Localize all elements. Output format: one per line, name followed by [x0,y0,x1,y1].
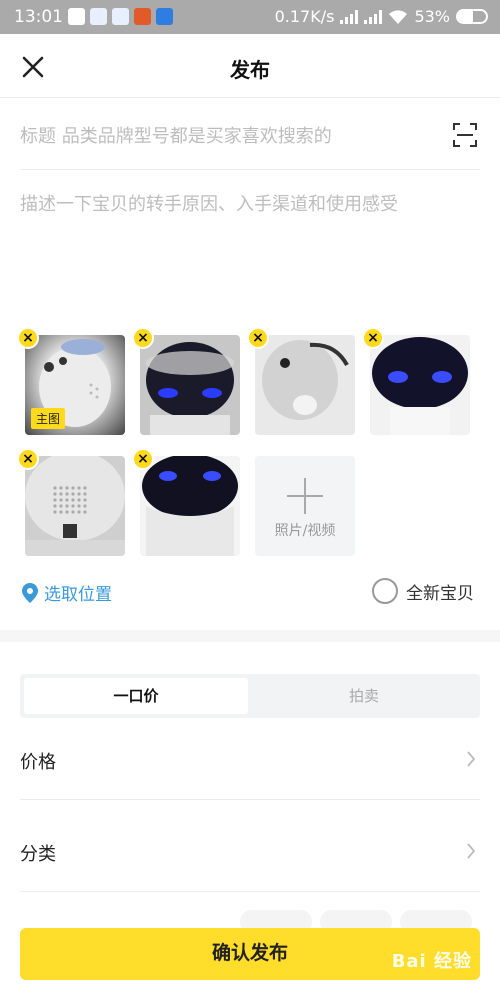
location-label: 选取位置 [44,585,112,605]
price-row[interactable]: 价格 [20,720,480,800]
tab-auction[interactable]: 拍卖 [252,678,476,714]
chevron-right-icon [467,843,476,859]
location-pin-icon [22,582,38,603]
app-notification-icon [90,8,107,25]
app-notification-icon [68,8,85,25]
speaker-dot [65,486,69,490]
photo-thumbnail[interactable]: × [362,327,470,435]
robot-photo [25,456,125,556]
add-media-button[interactable]: 照片/视频 [255,456,355,556]
speaker-dot [71,492,75,496]
delete-photo-button[interactable]: × [132,327,154,349]
radio-icon[interactable] [372,578,398,604]
speaker-dot [53,486,57,490]
speaker-dot [77,498,81,502]
signal-icon [364,9,383,24]
speaker-dot [83,504,87,508]
speaker-dot [53,510,57,514]
plus-icon [287,478,323,514]
robot-photo [142,456,238,556]
robot-photo [255,335,355,435]
speaker-dot [59,486,63,490]
speaker-dot [65,498,69,502]
speaker-dot [77,504,81,508]
speaker-dot [83,498,87,502]
network-speed: 0.17K/s [274,7,335,26]
header: 发布 [0,34,500,98]
robot-photo [146,342,234,435]
delete-photo-button[interactable]: × [17,448,39,470]
tab-fixed-price[interactable]: 一口价 [24,678,248,714]
robot-photo [372,337,468,435]
category-label: 分类 [20,844,56,865]
photo-thumbnail[interactable]: × [132,448,240,556]
speaker-dot [65,510,69,514]
speaker-dot [77,510,81,514]
speaker-dot [53,504,57,508]
section-divider [0,630,500,642]
speaker-dot [71,498,75,502]
delete-photo-button[interactable]: × [132,448,154,470]
speaker-dot [59,510,63,514]
speaker-dot [77,492,81,496]
photo-thumbnail[interactable]: × 主图 [17,327,125,435]
price-label: 价格 [20,752,56,773]
speaker-dot [71,486,75,490]
new-item-toggle[interactable]: 全新宝贝 [372,578,474,604]
delete-photo-button[interactable]: × [247,327,269,349]
speaker-dot [59,492,63,496]
delete-photo-button[interactable]: × [17,327,39,349]
speaker-dot [83,486,87,490]
photo-thumbnail[interactable]: × [247,327,355,435]
chart-icon [156,8,173,25]
battery-icon [456,9,488,24]
app-notification-icon [112,8,129,25]
speaker-dot [53,492,57,496]
status-bar: 13:01 0.17K/s 53% [0,0,500,34]
watermark-logo: Bai 经验 [391,951,472,972]
chevron-right-icon [467,751,476,767]
wifi-icon [389,9,408,24]
battery-fill [458,11,473,22]
add-media-label: 照片/视频 [274,523,336,539]
scan-icon[interactable] [452,122,478,148]
title-field[interactable]: 标题 品类品牌型号都是买家喜欢搜索的 [20,100,480,170]
title-placeholder[interactable]: 标题 品类品牌型号都是买家喜欢搜索的 [20,122,332,148]
page-title: 发布 [230,58,270,82]
speaker-dot [71,504,75,508]
description-field[interactable]: 描述一下宝贝的转手原因、入手渠道和使用感受 [20,190,398,216]
delete-photo-button[interactable]: × [362,327,384,349]
select-location-button[interactable]: 选取位置 [22,580,112,605]
news-icon [134,8,151,25]
category-row[interactable]: 分类 [20,812,480,892]
signal-icon [340,9,359,24]
photo-thumbnail[interactable]: × [17,448,125,556]
status-right: 0.17K/s 53% [275,7,488,26]
speaker-dot [59,504,63,508]
speaker-dot [65,492,69,496]
new-item-label: 全新宝贝 [406,583,474,604]
pricing-tabs: 一口价 拍卖 [20,674,480,718]
speaker-dot [83,492,87,496]
speaker-dot [71,510,75,514]
photo-thumbnail[interactable]: × [132,327,240,435]
main-image-tag: 主图 [31,408,66,429]
battery-percent: 53% [414,7,450,26]
speaker-dot [59,498,63,502]
speaker-dot [83,510,87,514]
speaker-dot [65,504,69,508]
speaker-dot [53,498,57,502]
status-time: 13:01 [14,7,63,27]
speaker-dot [77,486,81,490]
